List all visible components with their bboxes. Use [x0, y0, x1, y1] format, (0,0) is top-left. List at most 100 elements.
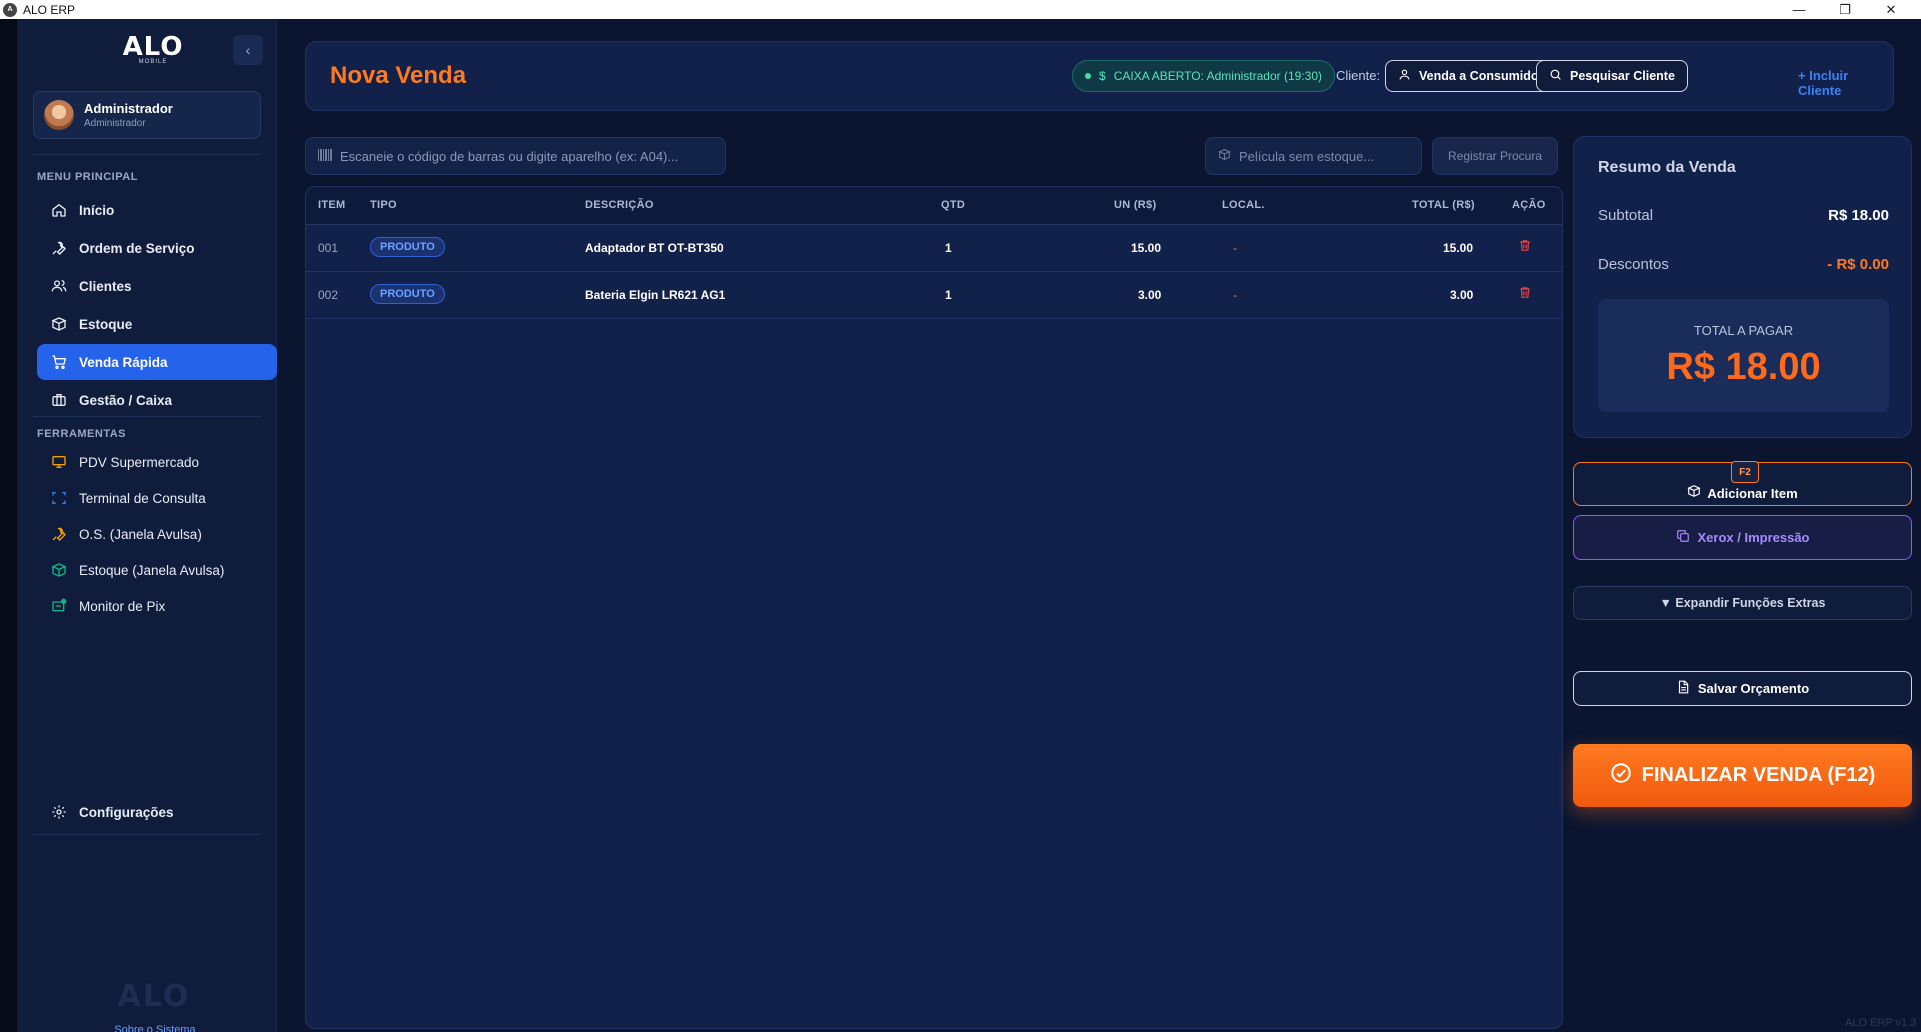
column-header-acao: AÇÃO	[1512, 199, 1546, 211]
sidebar-item-label: Gestão / Caixa	[79, 392, 173, 408]
package-icon	[49, 316, 69, 332]
tool-item-label: Monitor de Pix	[79, 598, 166, 614]
minimize-button[interactable]: —	[1776, 0, 1822, 19]
cell-qtd: 1	[945, 241, 952, 255]
barcode-icon	[318, 148, 332, 164]
wrench-icon	[49, 526, 69, 542]
cell-descricao: Adaptador BT OT-BT350	[585, 241, 724, 255]
divider	[33, 154, 261, 155]
cell-item: 001	[318, 241, 339, 255]
total-to-pay-box: TOTAL A PAGAR R$ 18.00	[1598, 299, 1889, 412]
subtotal-row: Subtotal R$ 18.00	[1598, 207, 1889, 224]
sidebar-item-label: Ordem de Serviço	[79, 240, 195, 256]
app-icon: A	[3, 2, 17, 17]
user-icon	[1398, 68, 1411, 84]
add-item-button[interactable]: F2 Adicionar Item	[1573, 461, 1912, 506]
finalize-sale-button[interactable]: FINALIZAR VENDA (F12)	[1573, 744, 1912, 807]
sidebar-item-clientes[interactable]: Clientes	[37, 268, 277, 304]
close-window-button[interactable]: ✕	[1868, 0, 1914, 19]
register-search-button[interactable]: Registrar Procura	[1432, 137, 1558, 175]
sidebar-item-configuracoes[interactable]: Configurações	[37, 794, 277, 830]
sidebar-item-label: Venda Rápida	[79, 354, 168, 370]
sidebar-item-venda-rapida[interactable]: Venda Rápida	[37, 344, 277, 380]
tools-section-title: FERRAMENTAS	[37, 428, 127, 440]
user-role: Administrador	[84, 118, 146, 129]
table-row[interactable]: 001 PRODUTO Adaptador BT OT-BT350 1 15.0…	[306, 225, 1562, 272]
summary-title: Resumo da Venda	[1598, 159, 1736, 176]
trash-icon[interactable]	[1518, 238, 1532, 258]
cell-un: 3.00	[1138, 288, 1162, 302]
column-header-local: LOCAL.	[1222, 199, 1265, 211]
gear-icon	[49, 804, 69, 820]
search-client-label: Pesquisar Cliente	[1570, 69, 1675, 83]
column-header-un: UN (R$)	[1114, 199, 1157, 211]
sale-items-table: ITEM TIPO DESCRIÇÃO QTD UN (R$) LOCAL. T…	[305, 186, 1563, 1029]
sidebar-item-label: Clientes	[79, 278, 132, 294]
about-link[interactable]: Sobre o Sistema	[107, 1024, 203, 1032]
sidebar-item-estoque[interactable]: Estoque	[37, 306, 277, 342]
sidebar-item-inicio[interactable]: Início	[37, 192, 277, 228]
user-card[interactable]: Administrador Administrador	[33, 91, 261, 139]
column-header-tipo: TIPO	[370, 199, 397, 211]
cash-register-status-text: CAIXA ABERTO: Administrador (19:30)	[1113, 69, 1323, 83]
pix-monitor-icon	[49, 598, 69, 614]
column-header-item: ITEM	[318, 199, 346, 211]
tool-item-estoque-janela-avulsa[interactable]: Estoque (Janela Avulsa)	[37, 554, 277, 586]
film-search-input[interactable]: Película sem estoque...	[1205, 137, 1422, 175]
collapse-sidebar-button[interactable]: ‹	[233, 35, 263, 65]
cell-descricao: Bateria Elgin LR621 AG1	[585, 288, 726, 302]
check-circle-icon	[1610, 762, 1632, 790]
film-search-placeholder: Película sem estoque...	[1239, 148, 1375, 164]
document-icon	[1676, 679, 1690, 698]
tool-item-monitor-pix[interactable]: Monitor de Pix	[37, 590, 277, 622]
faded-logo-text: ALO	[117, 979, 191, 1014]
menu-section-title: MENU PRINCIPAL	[37, 171, 138, 183]
column-header-descricao: DESCRIÇÃO	[585, 199, 654, 211]
cell-item: 002	[318, 288, 339, 302]
cell-local: -	[1233, 241, 1237, 255]
barcode-search-input[interactable]: Escaneie o código de barras ou digite ap…	[305, 137, 726, 175]
trash-icon[interactable]	[1518, 285, 1532, 305]
cell-qtd: 1	[945, 288, 952, 302]
expand-extra-functions-button[interactable]: ▼ Expandir Funções Extras	[1573, 586, 1912, 620]
faded-brand-logo: ALO	[109, 979, 199, 1014]
version-label: ALO ERP v1.3	[1845, 1017, 1917, 1029]
expand-extra-functions-label: ▼ Expandir Funções Extras	[1659, 596, 1826, 610]
cash-register-status-badge: $ CAIXA ABERTO: Administrador (19:30)	[1072, 60, 1336, 92]
tool-item-pdv-supermercado[interactable]: PDV Supermercado	[37, 446, 277, 478]
sidebar-item-gestao-caixa[interactable]: Gestão / Caixa	[37, 382, 277, 418]
home-icon	[49, 202, 69, 218]
xerox-print-label: Xerox / Impressão	[1697, 530, 1810, 545]
wrench-icon	[49, 240, 69, 256]
tool-item-terminal-consulta[interactable]: Terminal de Consulta	[37, 482, 277, 514]
table-header: ITEM TIPO DESCRIÇÃO QTD UN (R$) LOCAL. T…	[306, 187, 1562, 225]
monitor-icon	[49, 454, 69, 470]
page-title: Nova Venda	[330, 62, 467, 89]
discount-value: - R$ 0.00	[1827, 256, 1889, 273]
save-quote-button[interactable]: Salvar Orçamento	[1573, 671, 1912, 706]
sidebar-item-ordem-servico[interactable]: Ordem de Serviço	[37, 230, 277, 266]
search-client-button[interactable]: Pesquisar Cliente	[1536, 60, 1688, 92]
table-row[interactable]: 002 PRODUTO Bateria Elgin LR621 AG1 1 3.…	[306, 272, 1562, 319]
tool-item-label: O.S. (Janela Avulsa)	[79, 526, 202, 542]
tool-item-os-janela-avulsa[interactable]: O.S. (Janela Avulsa)	[37, 518, 277, 550]
include-client-link[interactable]: + Incluir Cliente	[1798, 68, 1893, 98]
tool-item-label: Terminal de Consulta	[79, 490, 206, 506]
sidebar: ALO MOBILE ‹ Administrador Administrador…	[17, 19, 277, 1032]
tool-item-label: Estoque (Janela Avulsa)	[79, 562, 225, 578]
cell-un: 15.00	[1131, 241, 1162, 255]
window-titlebar: A ALO ERP — ❐ ✕	[0, 0, 1921, 19]
save-quote-label: Salvar Orçamento	[1697, 681, 1810, 696]
users-icon	[49, 278, 69, 294]
total-value: R$ 18.00	[1666, 346, 1821, 388]
column-header-total: TOTAL (R$)	[1412, 199, 1475, 211]
consumer-sale-button[interactable]: Venda a Consumidor	[1385, 60, 1557, 92]
add-item-label: Adicionar Item	[1707, 486, 1798, 501]
discount-label: Descontos	[1598, 256, 1669, 273]
sidebar-item-label: Início	[79, 202, 115, 218]
xerox-print-button[interactable]: Xerox / Impressão	[1573, 515, 1912, 560]
total-label: TOTAL A PAGAR	[1693, 323, 1794, 338]
sale-summary-panel: Resumo da Venda Subtotal R$ 18.00 Descon…	[1573, 136, 1912, 438]
window-title: ALO ERP	[23, 2, 76, 17]
restore-button[interactable]: ❐	[1822, 0, 1868, 19]
